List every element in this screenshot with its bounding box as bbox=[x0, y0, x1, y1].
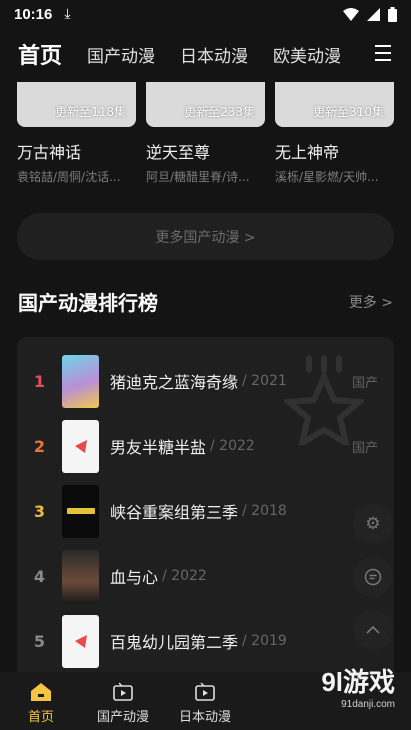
card-subtitle: 袁铭喆/周侗/沈话... bbox=[17, 170, 121, 184]
menu-icon[interactable] bbox=[375, 45, 391, 66]
rank-name: 峡谷重案组第三季 bbox=[110, 503, 239, 522]
rank-number: 5 bbox=[33, 631, 46, 651]
ranking-item[interactable]: 1 猪迪克之蓝海奇缘 / 2021 国产 bbox=[17, 353, 394, 409]
rank-cover bbox=[62, 484, 99, 538]
wifi-icon bbox=[343, 7, 359, 21]
battery-icon bbox=[388, 6, 397, 22]
rank-name: 百鬼幼儿园第二季 bbox=[110, 633, 239, 652]
bottom-nav-label: 国产动漫 bbox=[96, 710, 149, 725]
rank-name: 猪迪克之蓝海奇缘 bbox=[110, 373, 239, 392]
bottom-nav-label: 日本动漫 bbox=[178, 710, 231, 725]
video-icon bbox=[113, 682, 133, 701]
rank-number: 1 bbox=[33, 371, 46, 391]
settings-button[interactable]: ⚙ bbox=[353, 504, 393, 544]
chevron-up-icon bbox=[366, 625, 380, 634]
card-title: 逆天至尊 bbox=[146, 143, 211, 162]
anime-card[interactable]: 更新至118集 万古神话 袁铭喆/周侗/沈话... bbox=[17, 82, 136, 185]
episode-badge: 更新至310集 bbox=[313, 105, 384, 119]
ranking-more-link[interactable]: 更多 > bbox=[349, 292, 393, 312]
ranking-item[interactable]: 3 峡谷重案组第三季 / 2018 国 bbox=[17, 483, 394, 539]
home-icon bbox=[31, 683, 51, 701]
card-subtitle: 阿旦/糖醋里脊/诗... bbox=[146, 170, 250, 184]
top-nav: 首页 国产动漫 日本动漫 欧美动漫 bbox=[0, 28, 411, 80]
watermark-url: 91danji.com bbox=[341, 699, 395, 710]
tab-home[interactable]: 首页 bbox=[18, 38, 62, 70]
card-thumbnail: 更新至310集 bbox=[275, 82, 394, 127]
rank-name: 男友半糖半盐 bbox=[110, 438, 207, 457]
rank-year: / 2019 bbox=[242, 633, 287, 649]
ranking-title: 国产动漫排行榜 bbox=[18, 291, 158, 315]
download-icon: ⤓ bbox=[64, 6, 71, 22]
bottom-nav-home[interactable]: 首页 bbox=[0, 682, 82, 725]
content-scroll[interactable]: 更新至118集 万古神话 袁铭喆/周侗/沈话... 更新至233集 逆天至尊 阿… bbox=[0, 82, 411, 672]
watermark-text: 9l游戏 bbox=[321, 667, 395, 697]
bottom-nav-label: 首页 bbox=[27, 710, 54, 725]
status-bar: 10:16 ⤓ bbox=[0, 0, 411, 28]
rank-number: 2 bbox=[33, 436, 46, 456]
rank-cover bbox=[62, 354, 99, 408]
rank-year: / 2021 bbox=[242, 373, 287, 389]
status-time: 10:16 bbox=[14, 5, 53, 23]
card-title: 无上神帝 bbox=[275, 143, 340, 162]
rank-name: 血与心 bbox=[110, 568, 159, 587]
rank-cover bbox=[62, 419, 99, 473]
video-icon bbox=[195, 682, 215, 701]
rank-number: 3 bbox=[33, 501, 46, 521]
card-subtitle: 溪栎/星影燃/天帅... bbox=[275, 170, 379, 184]
bottom-nav-chinese-anime[interactable]: 国产动漫 bbox=[82, 682, 164, 725]
more-chinese-anime-button[interactable]: 更多国产动漫 > bbox=[17, 213, 394, 260]
gear-icon: ⚙ bbox=[365, 514, 381, 534]
tab-japanese-anime[interactable]: 日本动漫 bbox=[180, 42, 248, 67]
watermark-logo: 9l游戏 91danji.com bbox=[321, 662, 395, 710]
anime-card[interactable]: 更新至233集 逆天至尊 阿旦/糖醋里脊/诗... bbox=[146, 82, 265, 185]
rank-year: / 2018 bbox=[242, 503, 287, 519]
episode-badge: 更新至233集 bbox=[184, 105, 255, 119]
rank-number: 4 bbox=[33, 566, 46, 586]
tab-western-anime[interactable]: 欧美动漫 bbox=[273, 42, 341, 67]
placeholder-play-icon bbox=[74, 440, 87, 453]
ranking-list: 1 猪迪克之蓝海奇缘 / 2021 国产 2 男友半糖半盐 / 2022 国产 … bbox=[17, 337, 394, 672]
episode-badge: 更新至118集 bbox=[55, 105, 126, 119]
card-title: 万古神话 bbox=[17, 143, 82, 162]
comment-button[interactable] bbox=[353, 557, 393, 597]
tab-chinese-anime[interactable]: 国产动漫 bbox=[87, 42, 155, 67]
comment-icon bbox=[364, 568, 382, 586]
ranking-item[interactable]: 2 男友半糖半盐 / 2022 国产 bbox=[17, 418, 394, 474]
anime-card[interactable]: 更新至310集 无上神帝 溪栎/星影燃/天帅... bbox=[275, 82, 394, 185]
rank-cover bbox=[62, 614, 99, 668]
bottom-nav-japanese-anime[interactable]: 日本动漫 bbox=[164, 682, 246, 725]
ranking-header: 国产动漫排行榜 更多 > bbox=[18, 287, 393, 316]
card-thumbnail: 更新至233集 bbox=[146, 82, 265, 127]
rank-year: / 2022 bbox=[162, 568, 207, 584]
rank-cover bbox=[62, 549, 99, 603]
rank-region: 国产 bbox=[351, 375, 378, 391]
scroll-top-button[interactable] bbox=[353, 610, 393, 650]
placeholder-play-icon bbox=[74, 635, 87, 648]
signal-icon bbox=[367, 7, 380, 21]
ranking-item[interactable]: 4 血与心 / 2022 国 bbox=[17, 548, 394, 604]
ranking-item[interactable]: 5 百鬼幼儿园第二季 / 2019 国 bbox=[17, 613, 394, 669]
rank-year: / 2022 bbox=[210, 438, 255, 454]
card-row: 更新至118集 万古神话 袁铭喆/周侗/沈话... 更新至233集 逆天至尊 阿… bbox=[17, 82, 411, 192]
rank-region: 国产 bbox=[351, 440, 378, 456]
card-thumbnail: 更新至118集 bbox=[17, 82, 136, 127]
